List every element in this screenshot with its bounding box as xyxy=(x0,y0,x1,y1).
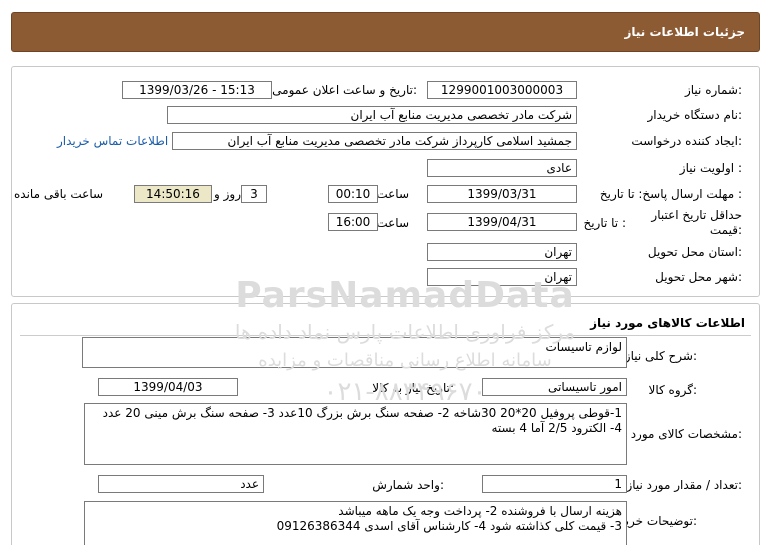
city-field: تهران xyxy=(427,268,577,286)
validity-time-label: ساعت xyxy=(376,216,409,230)
remaining-time-field: 14:50:16 xyxy=(134,185,212,203)
general-desc-label: شرح کلی نیاز: xyxy=(624,349,697,363)
buyer-notes-field: هزینه ارسال با فروشنده 2- پرداخت وجه یک … xyxy=(84,501,627,545)
page-header: جزئیات اطلاعات نیاز xyxy=(11,12,760,52)
deadline-time-field: 00:10 xyxy=(328,185,378,203)
validity-time-field: 16:00 xyxy=(328,213,378,231)
priority-field: عادی xyxy=(427,159,577,177)
buyer-notes-line-1: هزینه ارسال با فروشنده 2- پرداخت وجه یک … xyxy=(338,504,622,518)
days-label: روز و xyxy=(214,187,241,201)
announce-date-field: 1399/03/26 - 15:13 xyxy=(122,81,272,99)
remaining-label: ساعت باقی مانده xyxy=(14,187,104,201)
buyer-notes-line-2: 3- قیمت کلی کذاشته شود 4- کارشناس آقای ا… xyxy=(276,519,622,533)
need-date-field: 1399/04/03 xyxy=(98,378,238,396)
unit-label: واحد شمارش: xyxy=(372,478,444,492)
deadline-time-label: ساعت xyxy=(376,187,409,201)
goods-group-label: گروه کالا: xyxy=(648,383,698,397)
need-number-field: 1299001003000003 xyxy=(427,81,577,99)
validity-date-field: 1399/04/31 xyxy=(427,213,577,231)
quantity-label: تعداد / مقدار مورد نیاز: xyxy=(626,478,742,492)
general-desc-field: لوازم تاسیسات xyxy=(82,337,627,368)
quantity-field: 1 xyxy=(482,475,627,493)
announce-date-label: تاریخ و ساعت اعلان عمومی: xyxy=(272,83,417,97)
need-date-label: تاریخ نیاز به کالا: xyxy=(372,381,454,395)
validity-to-label: تا تاریخ : xyxy=(583,216,626,230)
goods-specs-label: مشخصات کالای مورد نیاز: xyxy=(610,427,742,441)
page-title: جزئیات اطلاعات نیاز xyxy=(624,25,745,39)
goods-section-title: اطلاعات کالاهای مورد نیاز xyxy=(590,316,745,330)
request-creator-label: ایجاد کننده درخواست: xyxy=(631,134,742,148)
remaining-days-field: 3 xyxy=(241,185,267,203)
buyer-org-label: نام دستگاه خریدار: xyxy=(647,108,743,122)
priority-label: اولویت نیاز : xyxy=(679,161,742,175)
province-label: استان محل تحویل: xyxy=(647,245,742,259)
request-creator-field: جمشید اسلامی کارپرداز شرکت مادر تخصصی مد… xyxy=(172,132,577,150)
goods-specs-field: 1-قوطی پروفیل 20*20 30شاخه 2- صفحه سنگ ب… xyxy=(84,403,627,465)
buyer-contact-link[interactable]: اطلاعات تماس خریدار xyxy=(57,134,168,148)
city-label: شهر محل تحویل: xyxy=(655,270,742,284)
need-number-label: شماره نیاز: xyxy=(684,83,742,97)
section-divider xyxy=(20,335,751,336)
goods-panel: اطلاعات کالاهای مورد نیاز شرح کلی نیاز: … xyxy=(11,303,760,545)
province-field: تهران xyxy=(427,243,577,261)
need-info-panel: شماره نیاز: 1299001003000003 تاریخ و ساع… xyxy=(11,66,760,297)
buyer-org-field: شرکت مادر تخصصی مدیریت منابع آب ایران xyxy=(167,106,577,124)
price-validity-label: حداقل تاریخ اعتبار قیمت: xyxy=(651,208,742,237)
unit-field: عدد xyxy=(98,475,264,493)
deadline-date-field: 1399/03/31 xyxy=(427,185,577,203)
deadline-label: مهلت ارسال پاسخ: تا تاریخ : xyxy=(599,187,742,201)
goods-group-field: امور تاسیساتی xyxy=(482,378,627,396)
